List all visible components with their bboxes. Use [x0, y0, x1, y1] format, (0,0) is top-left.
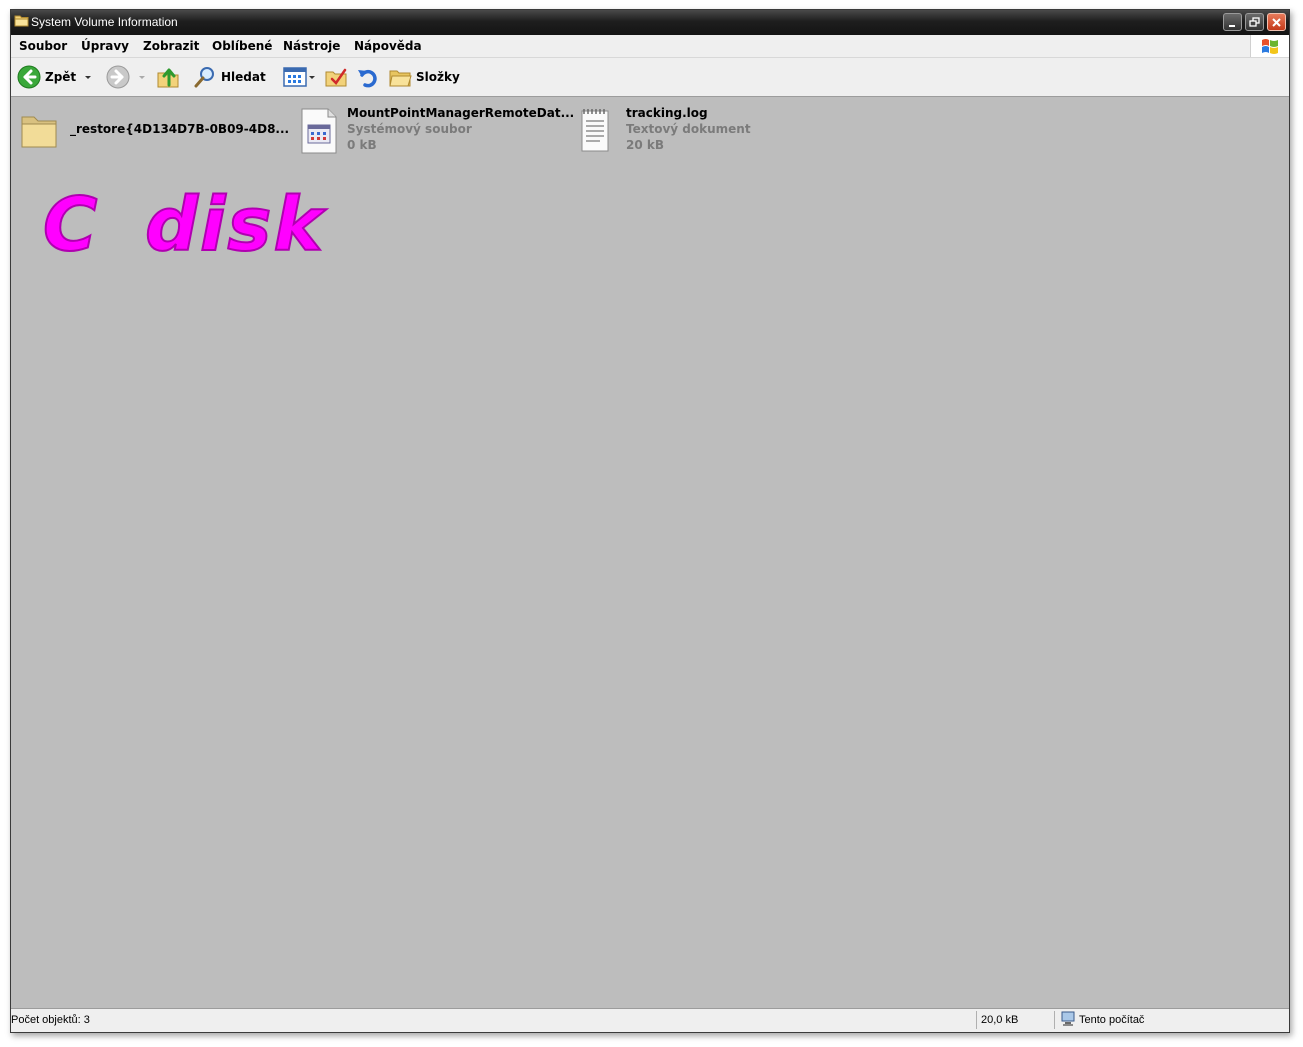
file-type: Textový dokument	[626, 122, 751, 136]
search-icon	[194, 67, 214, 88]
status-divider	[1054, 1011, 1055, 1029]
window-title: System Volume Information	[31, 15, 178, 29]
menu-oblibene[interactable]: Oblíbené	[212, 39, 272, 53]
search-button[interactable]: Hledat	[193, 65, 266, 89]
back-button[interactable]: Zpět	[17, 65, 94, 89]
views-icon	[283, 67, 307, 87]
file-size: 0 kB	[347, 138, 377, 152]
folders-icon	[389, 70, 412, 87]
back-label: Zpět	[45, 70, 77, 84]
menu-zobrazit[interactable]: Zobrazit	[143, 39, 199, 53]
file-type: Systémový soubor	[347, 122, 472, 136]
views-button[interactable]	[283, 65, 317, 89]
back-dropdown-icon[interactable]	[82, 72, 94, 82]
views-dropdown-icon[interactable]	[307, 72, 317, 82]
undo-button[interactable]	[356, 65, 380, 89]
annotation-text: C disk	[42, 181, 325, 269]
up-folder-icon	[157, 68, 179, 88]
file-view[interactable]: _restore{4D134D7B-0B09-4D8... MountPoint…	[11, 97, 1289, 1008]
back-arrow-icon	[17, 65, 41, 89]
toolbar: Zpět Hledat Složky	[11, 58, 1289, 97]
folders-label: Složky	[416, 70, 460, 84]
computer-icon	[1061, 1011, 1075, 1030]
status-bar: Počet objektů: 3 20,0 kB Tento počítač	[11, 1008, 1289, 1032]
file-item[interactable]: _restore{4D134D7B-0B09-4D8...	[19, 105, 289, 155]
minimize-icon	[1229, 24, 1235, 27]
menu-nastroje[interactable]: Nástroje	[283, 39, 340, 53]
forward-button[interactable]	[106, 65, 148, 89]
folder-icon	[19, 111, 59, 153]
forward-dropdown-icon[interactable]	[136, 72, 148, 82]
search-label: Hledat	[221, 70, 266, 84]
status-divider	[976, 1011, 977, 1029]
restore-icon	[1249, 16, 1260, 27]
file-name: _restore{4D134D7B-0B09-4D8...	[70, 122, 290, 136]
file-size: 20 kB	[626, 138, 665, 152]
forward-arrow-icon	[106, 65, 130, 89]
menu-bar: Soubor Úpravy Zobrazit Oblíbené Nástroje…	[11, 35, 1289, 58]
restore-button[interactable]	[1245, 13, 1264, 31]
close-icon	[1272, 17, 1281, 27]
file-name: tracking.log	[626, 106, 708, 120]
file-item[interactable]: MountPointManagerRemoteDat... Systémový …	[298, 105, 574, 155]
status-location: Tento počítač	[1079, 1014, 1145, 1026]
status-size: 20,0 kB	[981, 1014, 1019, 1026]
menu-soubor[interactable]: Soubor	[19, 39, 67, 53]
title-bar[interactable]: System Volume Information	[11, 10, 1289, 35]
status-object-count: Počet objektů: 3	[11, 1014, 90, 1026]
system-file-icon	[298, 107, 340, 159]
menu-upravy[interactable]: Úpravy	[81, 39, 129, 53]
up-folder-button[interactable]	[156, 65, 180, 89]
file-name: MountPointManagerRemoteDat...	[347, 106, 575, 120]
folders-button[interactable]: Složky	[388, 65, 460, 89]
folder-tasks-button[interactable]	[324, 65, 348, 89]
explorer-window: System Volume Information Soubor Úpravy …	[10, 9, 1290, 1033]
folder-check-icon	[325, 68, 347, 87]
minimize-button[interactable]	[1223, 13, 1242, 31]
menu-napoveda[interactable]: Nápověda	[354, 39, 422, 53]
text-document-icon	[578, 107, 614, 159]
undo-icon	[358, 69, 377, 88]
file-item[interactable]: tracking.log Textový dokument 20 kB	[578, 105, 848, 155]
folder-icon	[14, 14, 29, 30]
windows-logo-icon	[1250, 35, 1289, 57]
close-button[interactable]	[1267, 13, 1286, 31]
